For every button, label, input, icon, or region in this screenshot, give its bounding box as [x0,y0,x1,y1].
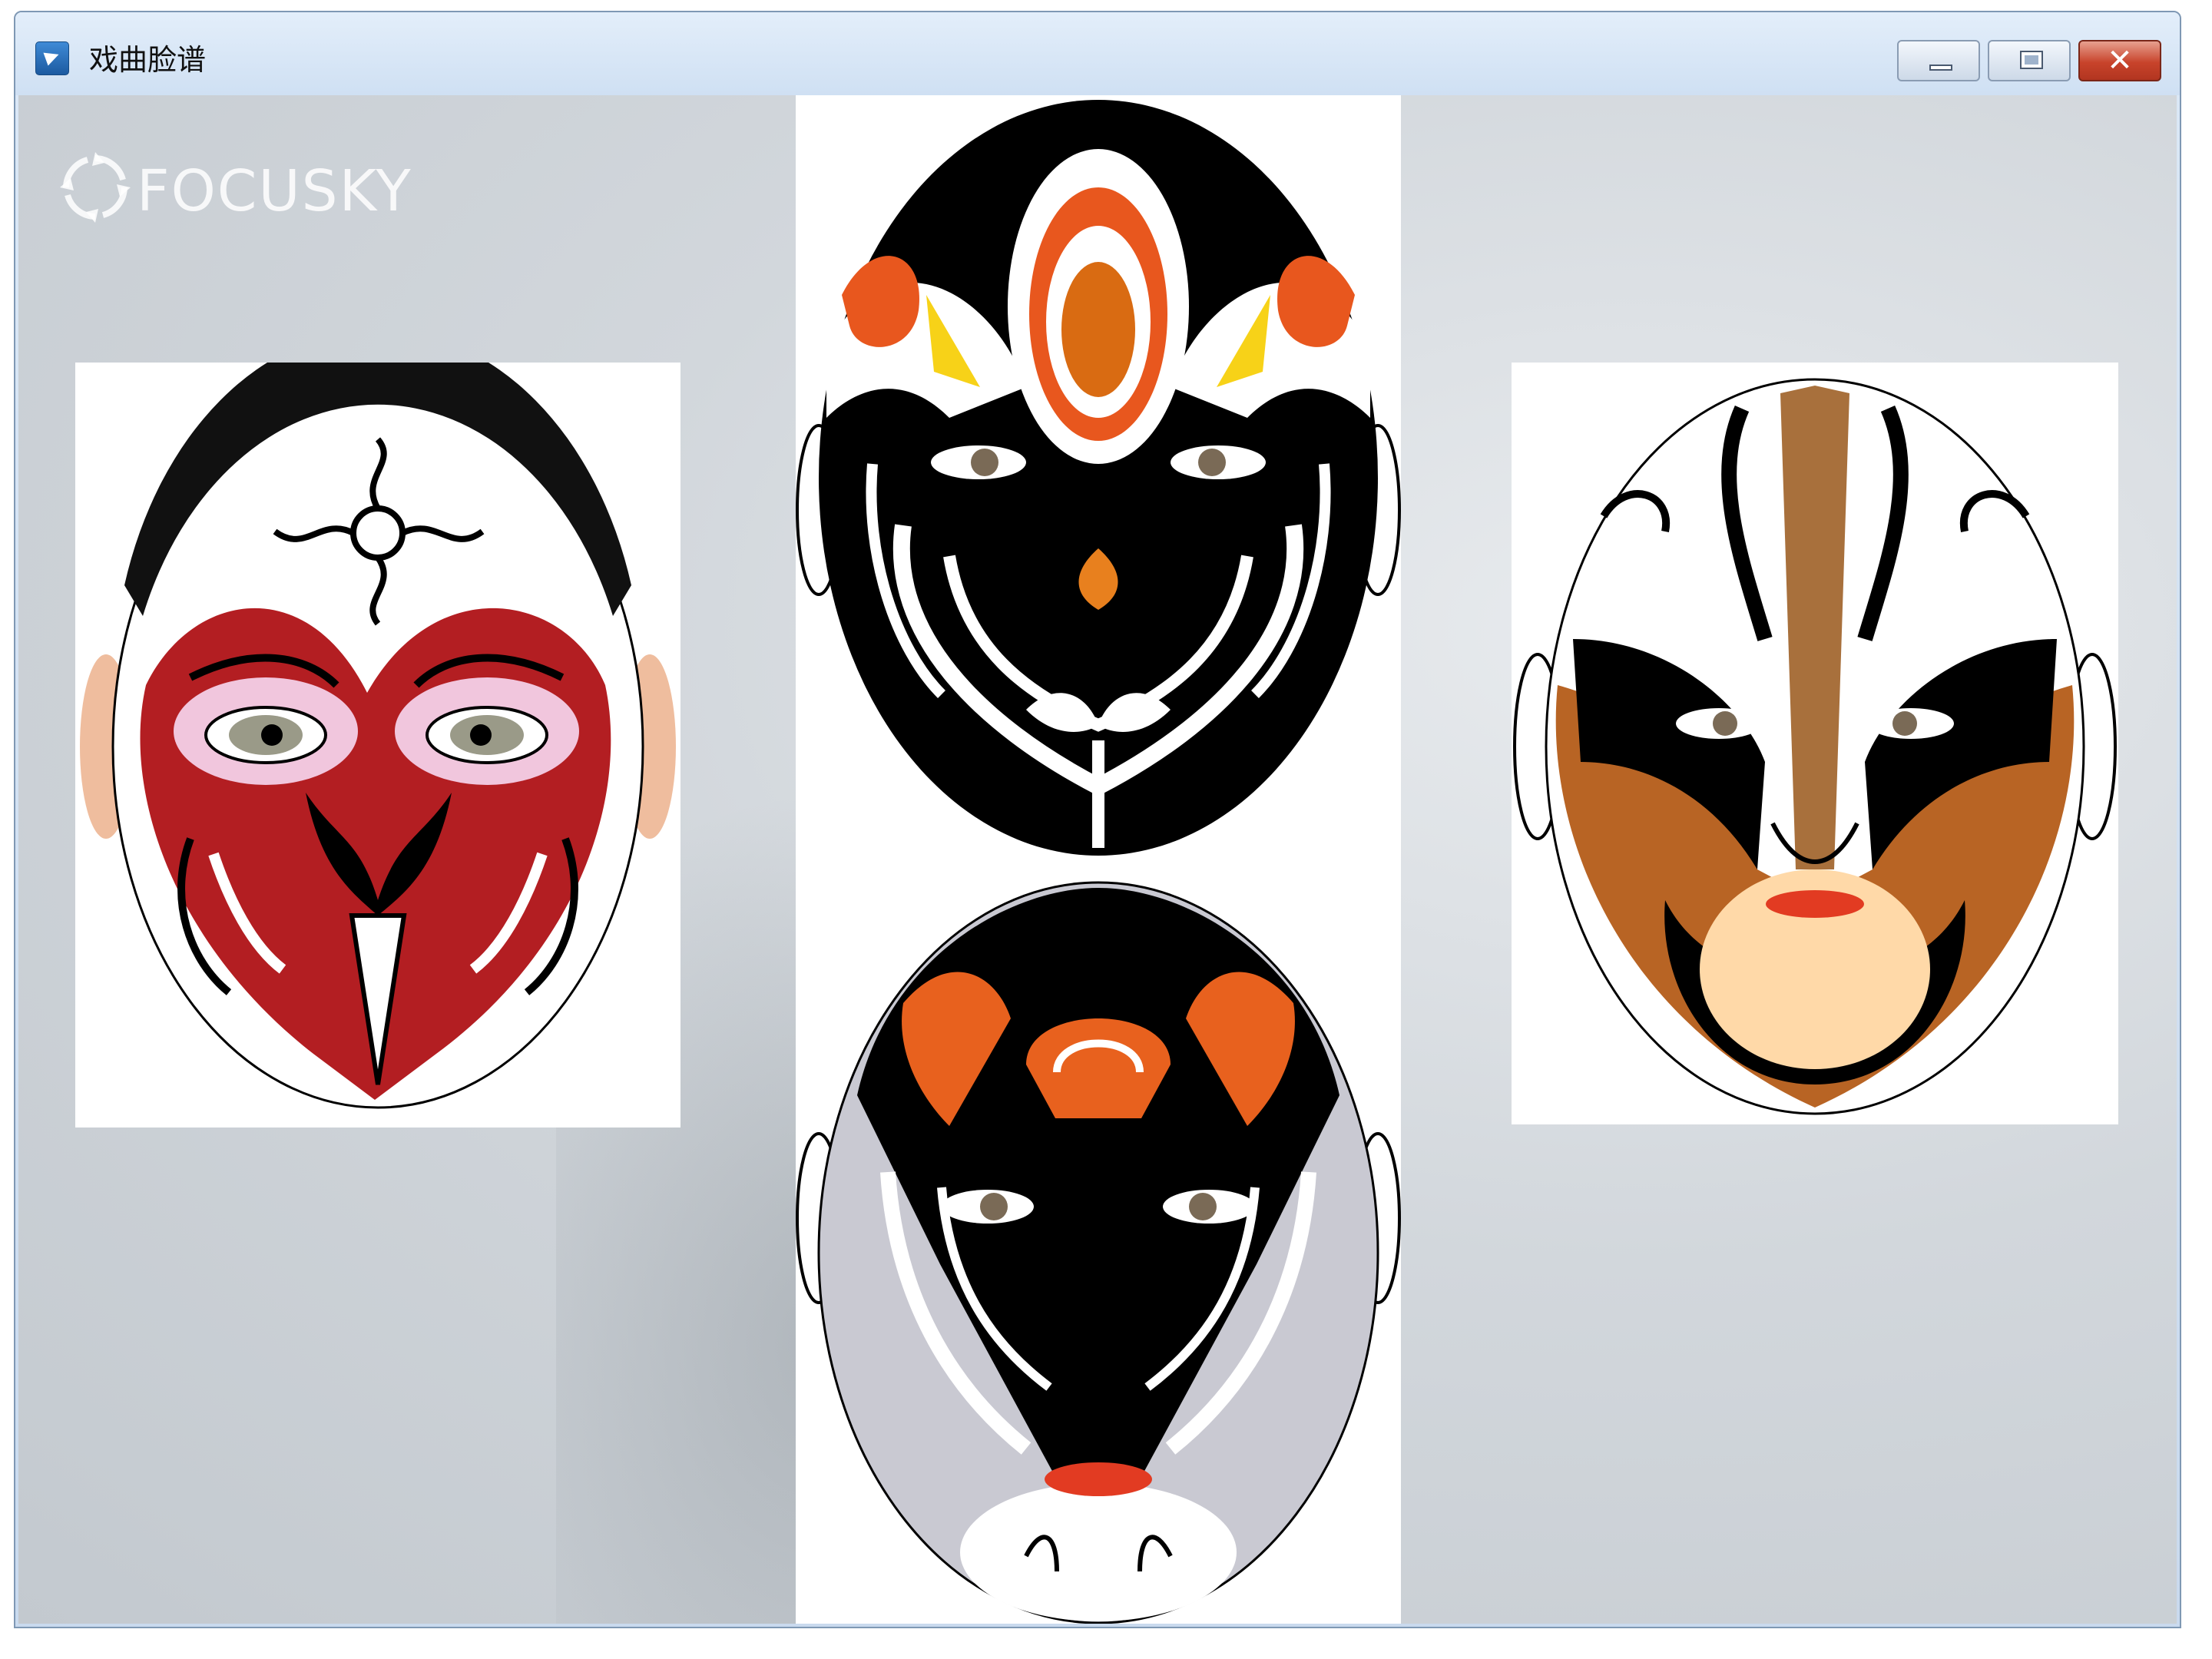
maximize-button[interactable] [1988,40,2071,81]
brown-black-mask-image [1512,363,2118,1124]
window-title: 戏曲脸谱 [89,43,207,77]
app-icon[interactable] [35,41,69,75]
close-icon: ✕ [2107,43,2133,78]
close-button[interactable]: ✕ [2078,40,2161,81]
red-monkey-mask-image [75,363,680,1128]
minimize-button[interactable] [1897,40,1980,81]
pinwheel-icon [60,152,131,223]
maximize-icon [2020,51,2043,69]
watermark-text: FOCUSKY [137,158,412,224]
black-grey-bottom-mask-image [796,865,1401,1624]
app-window: 戏曲脸谱 ✕ FOCUSKY [14,11,2181,1628]
canvas-area: FOCUSKY [18,95,2177,1624]
minimize-icon [1929,65,1952,71]
black-orange-top-mask-image [796,95,1401,865]
title-bar[interactable]: 戏曲脸谱 ✕ [15,12,2180,95]
